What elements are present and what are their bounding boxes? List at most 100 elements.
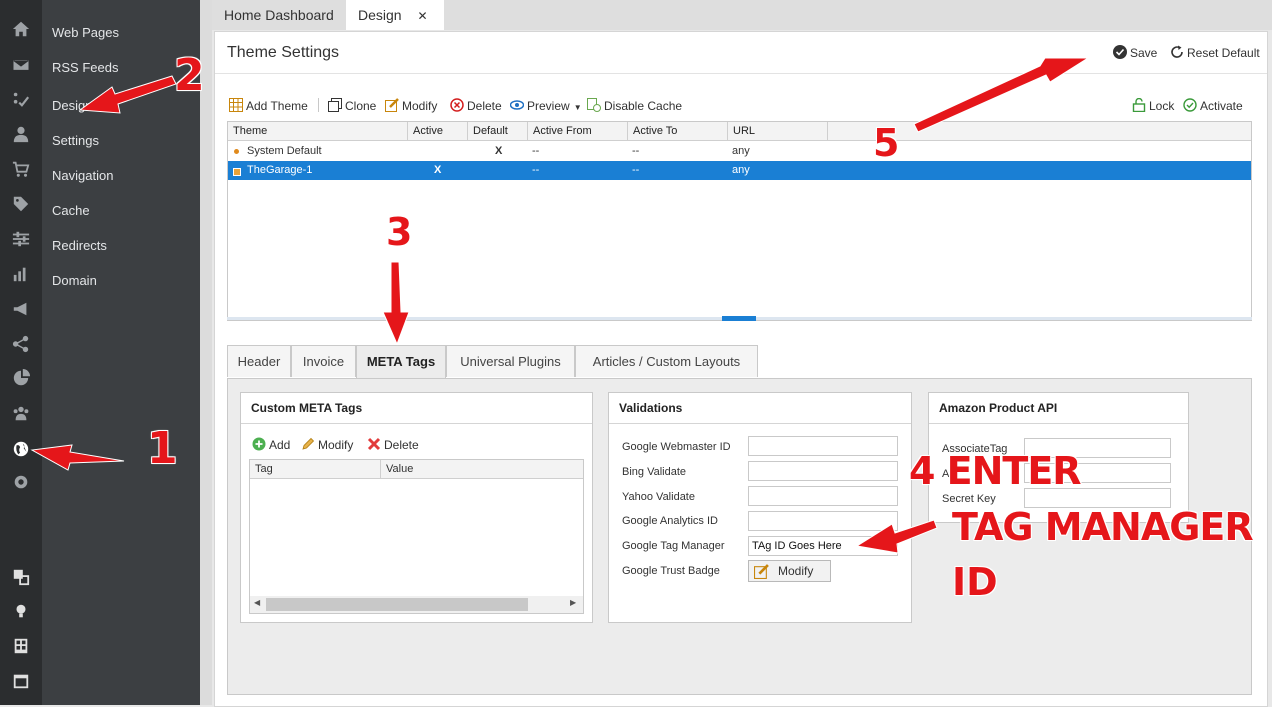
- lightbulb-icon[interactable]: [11, 602, 31, 622]
- plus-circle-icon: [252, 437, 266, 451]
- delete-circle-icon: [450, 98, 464, 112]
- splitter-handle[interactable]: [722, 316, 756, 321]
- lock-button[interactable]: Lock: [1132, 98, 1174, 113]
- annotation-number-3: 3: [385, 209, 413, 254]
- tab-header[interactable]: Header: [227, 345, 291, 377]
- cell-default: X: [495, 145, 503, 157]
- google-webmaster-id-input[interactable]: [748, 436, 898, 456]
- validations-panel: Validations Google Webmaster ID Bing Val…: [608, 392, 912, 623]
- pencil-icon: [754, 564, 769, 579]
- tab-design[interactable]: Design ✕: [346, 0, 444, 30]
- status-dot-icon: [234, 149, 239, 154]
- sidebar-item-rss-feeds[interactable]: RSS Feeds: [52, 60, 118, 75]
- annotation-step-4-line-3: ID: [951, 559, 998, 604]
- scroll-left-icon[interactable]: ◀: [254, 598, 260, 607]
- annotation-step-4-line-1: 4 ENTER: [908, 448, 1082, 493]
- cell-url: any: [732, 164, 750, 176]
- column-header-default[interactable]: Default: [468, 122, 528, 141]
- label: Add: [269, 438, 291, 452]
- column-header-active-from[interactable]: Active From: [528, 122, 628, 141]
- sidebar: Web Pages RSS Feeds Design Settings Navi…: [42, 0, 200, 705]
- cell-active-to: --: [632, 145, 640, 157]
- sidebar-item-settings[interactable]: Settings: [52, 133, 99, 148]
- share-icon[interactable]: [11, 335, 31, 355]
- tab-universal-plugins[interactable]: Universal Plugins: [446, 345, 575, 377]
- scrollbar-thumb[interactable]: [266, 598, 528, 611]
- eye-icon: [510, 100, 524, 110]
- tag-icon[interactable]: [11, 195, 31, 215]
- sidebar-item-design[interactable]: Design: [52, 98, 92, 113]
- reset-label: Reset Default: [1187, 46, 1260, 60]
- save-label: Save: [1130, 46, 1158, 60]
- document-tabbar: Home Dashboard Design ✕: [212, 0, 1272, 30]
- annotation-number-5: 5: [872, 120, 900, 165]
- label-yahoo-validate: Yahoo Validate: [622, 491, 695, 503]
- refresh-icon: [1171, 45, 1183, 58]
- window-icon[interactable]: [11, 568, 31, 588]
- cell-url: any: [732, 145, 750, 157]
- annotation-number-2: 2: [173, 49, 205, 101]
- calculator-icon[interactable]: [11, 637, 31, 657]
- label: Clone: [345, 99, 377, 113]
- user-icon[interactable]: [11, 125, 31, 145]
- reset-default-button[interactable]: Reset Default: [1170, 45, 1260, 60]
- globe-icon[interactable]: [11, 440, 31, 460]
- clone-button[interactable]: Clone: [328, 98, 376, 113]
- bing-validate-input[interactable]: [748, 461, 898, 481]
- tab-invoice[interactable]: Invoice: [291, 345, 356, 377]
- sidebar-item-navigation[interactable]: Navigation: [52, 168, 113, 183]
- column-header-value[interactable]: Value: [386, 463, 413, 475]
- bar-chart-icon[interactable]: [11, 265, 31, 285]
- sidebar-item-redirects[interactable]: Redirects: [52, 238, 107, 253]
- delete-meta-button[interactable]: Delete: [367, 437, 419, 452]
- users-icon[interactable]: [11, 404, 31, 424]
- tab-home-dashboard[interactable]: Home Dashboard: [212, 0, 347, 30]
- add-theme-button[interactable]: Add Theme: [229, 98, 308, 113]
- cell-active-from: --: [532, 164, 540, 176]
- tab-articles-custom-layouts[interactable]: Articles / Custom Layouts: [575, 345, 758, 377]
- column-header-active-to[interactable]: Active To: [628, 122, 728, 141]
- checklist-icon[interactable]: [11, 90, 31, 110]
- tab-meta-tags[interactable]: META Tags: [356, 345, 446, 378]
- check-circle-outline-icon: [1183, 98, 1197, 112]
- column-header-active[interactable]: Active: [408, 122, 468, 141]
- label: Lock: [1149, 99, 1175, 113]
- save-button[interactable]: Save: [1113, 45, 1157, 60]
- disable-cache-button[interactable]: Disable Cache: [587, 98, 682, 113]
- megaphone-icon[interactable]: [11, 300, 31, 320]
- gear-icon[interactable]: [11, 473, 31, 493]
- yahoo-validate-input[interactable]: [748, 486, 898, 506]
- label-google-tag-manager: Google Tag Manager: [622, 540, 725, 552]
- pie-chart-icon[interactable]: [11, 369, 31, 389]
- sliders-icon[interactable]: [11, 230, 31, 250]
- modify-button[interactable]: Modify: [385, 98, 437, 113]
- sidebar-item-web-pages[interactable]: Web Pages: [52, 25, 119, 40]
- delete-button[interactable]: Delete: [450, 98, 502, 113]
- sidebar-item-cache[interactable]: Cache: [52, 203, 90, 218]
- label-google-trust-badge: Google Trust Badge: [622, 565, 720, 577]
- horizontal-scrollbar[interactable]: ◀ ▶: [250, 596, 583, 613]
- cart-icon[interactable]: [11, 160, 31, 180]
- modify-meta-button[interactable]: Modify: [301, 437, 353, 452]
- cell-active-to: --: [632, 164, 640, 176]
- label-bing-validate: Bing Validate: [622, 466, 687, 478]
- column-header-theme[interactable]: Theme: [228, 122, 408, 141]
- preview-button[interactable]: Preview ▼: [510, 98, 582, 113]
- sidebar-item-domain[interactable]: Domain: [52, 273, 97, 288]
- mail-icon[interactable]: [11, 56, 31, 76]
- trust-badge-modify-button[interactable]: Modify: [748, 560, 831, 582]
- activate-button[interactable]: Activate: [1183, 98, 1243, 113]
- home-icon[interactable]: [11, 20, 31, 40]
- caret-down-icon: ▼: [573, 103, 582, 112]
- close-icon[interactable]: ✕: [417, 9, 427, 23]
- google-analytics-id-input[interactable]: [748, 511, 898, 531]
- google-tag-manager-input[interactable]: [748, 536, 898, 556]
- tab-label: Home Dashboard: [224, 7, 334, 23]
- column-header-tag[interactable]: Tag: [255, 463, 273, 475]
- scroll-right-icon[interactable]: ▶: [570, 598, 576, 607]
- calendar-icon[interactable]: [11, 672, 31, 692]
- custom-meta-tags-panel: Custom META Tags Add Modify Delete Tag V…: [240, 392, 593, 623]
- add-meta-button[interactable]: Add: [252, 437, 290, 452]
- column-header-url[interactable]: URL: [728, 122, 828, 141]
- icon-rail: [0, 0, 42, 705]
